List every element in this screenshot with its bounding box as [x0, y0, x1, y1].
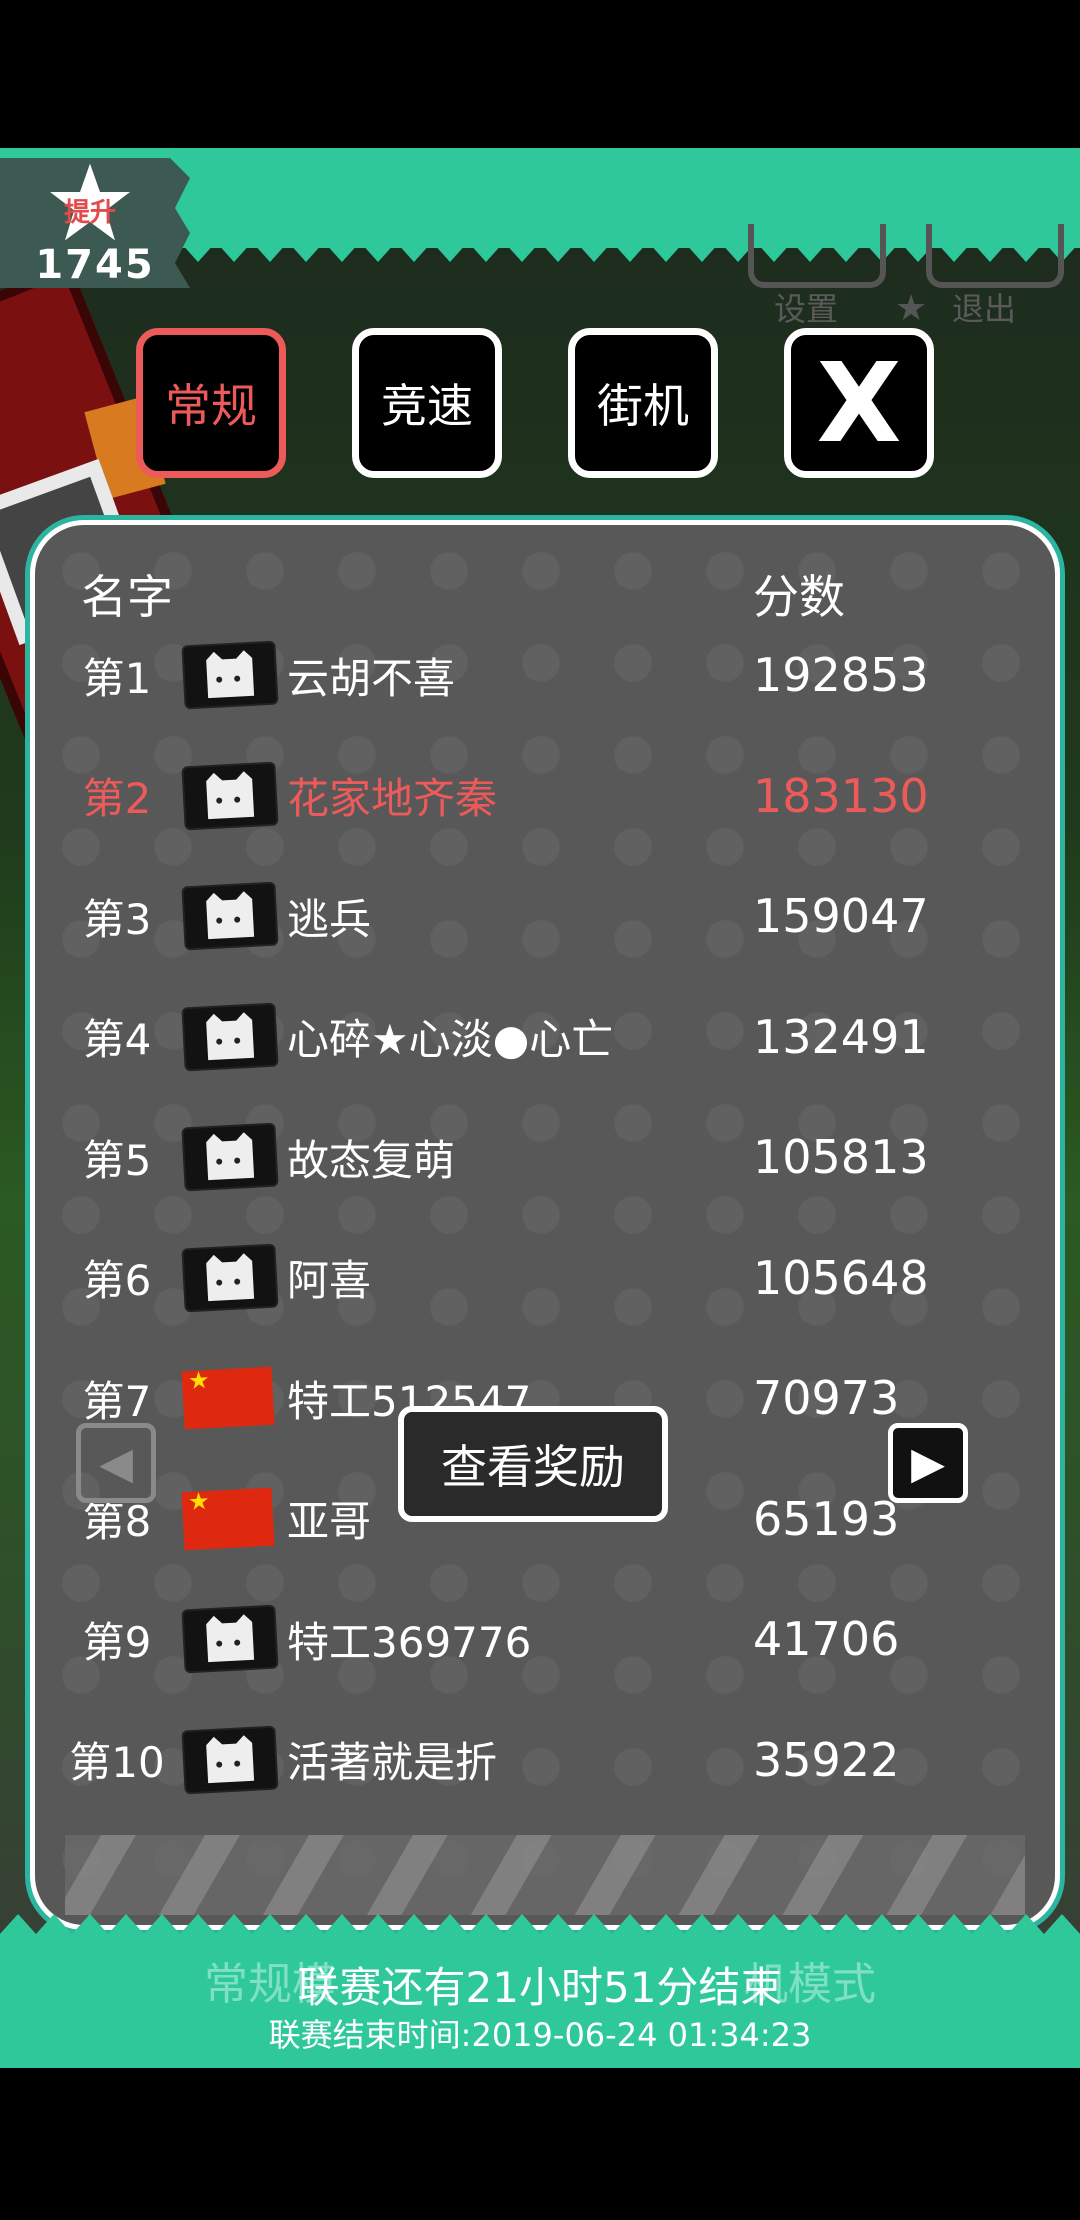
hazard-stripes: [65, 1835, 1025, 1915]
player-score: 35922: [753, 1732, 900, 1787]
leaderboard-row-current-player[interactable]: 第2 花家地齐秦 183130: [35, 736, 1055, 857]
cat-avatar-icon: [181, 1725, 279, 1795]
tab-regular[interactable]: 常规: [136, 328, 286, 478]
promotion-badge[interactable]: 提升 1745: [0, 158, 190, 288]
cat-avatar-icon: [181, 640, 279, 710]
rank-label: 第2: [82, 774, 152, 824]
promotion-label: 提升: [63, 198, 116, 228]
player-name: 故态复萌: [287, 1135, 456, 1185]
cat-avatar-icon: [181, 881, 279, 951]
rank-label: 第7: [82, 1376, 152, 1426]
player-score: 159047: [753, 889, 929, 944]
settings-label[interactable]: 设置: [774, 284, 838, 330]
player-score: 105648: [753, 1250, 929, 1305]
cat-avatar-icon: [181, 1002, 279, 1072]
player-name: 活著就是折: [287, 1738, 498, 1788]
left-arrow-icon: ◀: [99, 1437, 133, 1489]
next-page-button[interactable]: ▶: [888, 1423, 968, 1503]
leaderboard-row[interactable]: 第5 故态复萌 105813: [35, 1097, 1055, 1218]
close-button[interactable]: X: [784, 328, 934, 478]
leaderboard-row[interactable]: 第6 阿喜 105648: [35, 1218, 1055, 1339]
league-end-time: 联赛结束时间:2019-06-24 01:34:23: [268, 2016, 812, 2054]
player-name: 逃兵: [287, 894, 372, 944]
leaderboard-row[interactable]: 第3 逃兵 159047: [35, 856, 1055, 977]
promotion-score: 1745: [35, 242, 155, 288]
player-name: 亚哥: [287, 1497, 372, 1547]
player-score: 41706: [753, 1612, 900, 1667]
player-score: 65193: [753, 1491, 900, 1546]
leaderboard-panel: 名字 分数 第1 云胡不喜 192853 第2 花家地齐秦 183130 第3 …: [30, 520, 1060, 1930]
exit-label[interactable]: 退出: [952, 284, 1016, 330]
leaderboard-list: 第1 云胡不喜 192853 第2 花家地齐秦 183130 第3 逃兵 159…: [35, 615, 1055, 1820]
player-name: 特工369776: [287, 1617, 532, 1667]
rank-label: 第5: [82, 1135, 152, 1185]
player-score: 132491: [753, 1009, 929, 1064]
china-flag-icon: ★: [181, 1366, 275, 1430]
player-score: 192853: [753, 648, 929, 703]
settings-icon[interactable]: [748, 224, 886, 288]
player-score: 105813: [753, 1130, 929, 1185]
cat-avatar-icon: [181, 761, 279, 831]
star-icon: ★: [895, 288, 928, 329]
rank-label: 第9: [82, 1617, 152, 1667]
player-score: 70973: [753, 1371, 900, 1426]
leaderboard-row[interactable]: 第9 特工369776 41706: [35, 1579, 1055, 1700]
game-screen: 提升 1745 设置 ★ 退出 常规 竞速 街机 X 名字 分数 第1 云胡不喜…: [0, 148, 1080, 2068]
leaderboard-row[interactable]: 第10 活著就是折 35922: [35, 1700, 1055, 1821]
rank-label: 第3: [82, 894, 152, 944]
tab-speed[interactable]: 竞速: [352, 328, 502, 478]
zigzag-edge: [0, 1914, 1080, 1938]
player-name: 心碎★心淡●心亡: [287, 1015, 614, 1065]
player-name: 花家地齐秦: [287, 774, 498, 824]
previous-page-button[interactable]: ◀: [76, 1423, 156, 1503]
player-score: 183130: [753, 768, 929, 823]
cat-avatar-icon: [181, 1604, 279, 1674]
league-countdown: 联赛还有21小时51分结束: [297, 1963, 783, 2012]
leaderboard-row[interactable]: 第1 云胡不喜 192853: [35, 615, 1055, 736]
exit-icon[interactable]: [926, 224, 1064, 288]
view-rewards-button[interactable]: 查看奖励: [398, 1406, 668, 1522]
rank-label: 第6: [82, 1256, 152, 1306]
rank-label: 第4: [82, 1015, 152, 1065]
rank-label: 第10: [69, 1738, 165, 1788]
tab-arcade[interactable]: 街机: [568, 328, 718, 478]
player-name: 阿喜: [287, 1256, 372, 1306]
rank-label: 第1: [82, 653, 152, 703]
leaderboard-row[interactable]: 第4 心碎★心淡●心亡 132491: [35, 977, 1055, 1098]
china-flag-icon: ★: [181, 1487, 275, 1551]
right-arrow-icon: ▶: [911, 1437, 945, 1489]
player-name: 云胡不喜: [287, 653, 456, 703]
cat-avatar-icon: [181, 1122, 279, 1192]
cat-avatar-icon: [181, 1243, 279, 1313]
